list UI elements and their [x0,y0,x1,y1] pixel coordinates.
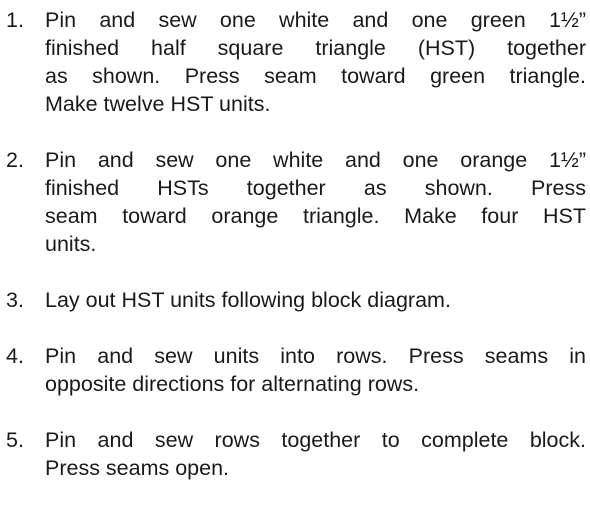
instruction-step-2: 2. Pin and sew one white and one orange … [0,146,590,258]
step-text-line: Lay out HST units following block diagra… [45,288,451,312]
instruction-step-1: 1. Pin and sew one white and one green 1… [0,6,590,118]
step-text-line: opposite directions for alternating rows… [45,372,420,396]
step-text-line: Press seams open. [45,456,230,480]
step-number: 5. [6,428,24,452]
instruction-step-3: 3. Lay out HST units following block dia… [0,286,590,314]
step-text-line: Pin and sew units into rows. Press seams… [45,344,586,368]
step-text-line: Pin and sew one white and one orange 1½” [45,148,586,172]
step-number: 4. [6,344,24,368]
step-text-line: finished HSTs together as shown. Press [45,176,586,200]
step-text-line: as shown. Press seam toward green triang… [45,64,586,88]
step-number: 1. [6,8,24,32]
instruction-list: 1. Pin and sew one white and one green 1… [0,6,590,482]
step-text-line: Make twelve HST units. [45,92,271,116]
step-text-line: Pin and sew rows together to complete bl… [45,428,586,452]
instruction-step-4: 4. Pin and sew units into rows. Press se… [0,342,590,398]
step-number: 2. [6,148,24,172]
step-text-line: finished half square triangle (HST) toge… [45,36,586,60]
step-number: 3. [6,288,24,312]
instruction-step-5: 5. Pin and sew rows together to complete… [0,426,590,482]
step-text-line: Pin and sew one white and one green 1½” [45,8,586,32]
step-text-line: seam toward orange triangle. Make four H… [45,204,586,228]
step-text-line: units. [45,232,97,256]
